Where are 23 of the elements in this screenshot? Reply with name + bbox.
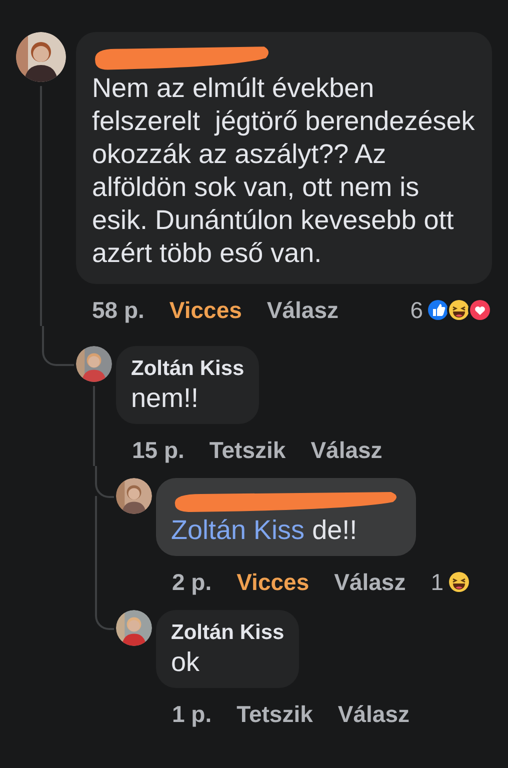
comment-text: nem!! — [131, 382, 200, 415]
reply-link[interactable]: Válasz — [310, 436, 382, 464]
reply-link[interactable]: Válasz — [266, 296, 339, 324]
comment-text: Nem az elmúlt években felszerelt jégtörő berendezések okozzák az aszályt?? Az alföldön sok van, ott nem is esik. Dunántúlon kevesebb ott azért több eső van. — [92, 72, 476, 270]
reaction-count: 1 — [430, 568, 444, 596]
reply-link[interactable]: Válasz — [338, 700, 410, 728]
author-name[interactable]: Zoltán Kiss — [131, 356, 244, 382]
react-link[interactable]: Tetszik — [236, 700, 313, 728]
react-link[interactable]: Tetszik — [209, 436, 286, 464]
comment-text: Zoltán Kiss de!! — [171, 514, 358, 547]
react-link[interactable]: Vicces — [169, 296, 242, 324]
timestamp[interactable]: 15 p. — [132, 436, 184, 464]
thread-line — [95, 466, 114, 498]
timestamp[interactable]: 1 p. — [172, 700, 212, 728]
thread-line — [42, 326, 74, 366]
author-name[interactable]: Zoltán Kiss — [171, 620, 284, 646]
reply-link[interactable]: Válasz — [334, 568, 406, 596]
react-link[interactable]: Vicces — [236, 568, 310, 596]
comment-text: ok — [171, 646, 201, 679]
reaction-count: 6 — [410, 296, 423, 324]
mention-link[interactable]: Zoltán Kiss — [171, 515, 305, 545]
timestamp[interactable]: 58 p. — [92, 296, 144, 324]
timestamp[interactable]: 2 p. — [172, 568, 212, 596]
